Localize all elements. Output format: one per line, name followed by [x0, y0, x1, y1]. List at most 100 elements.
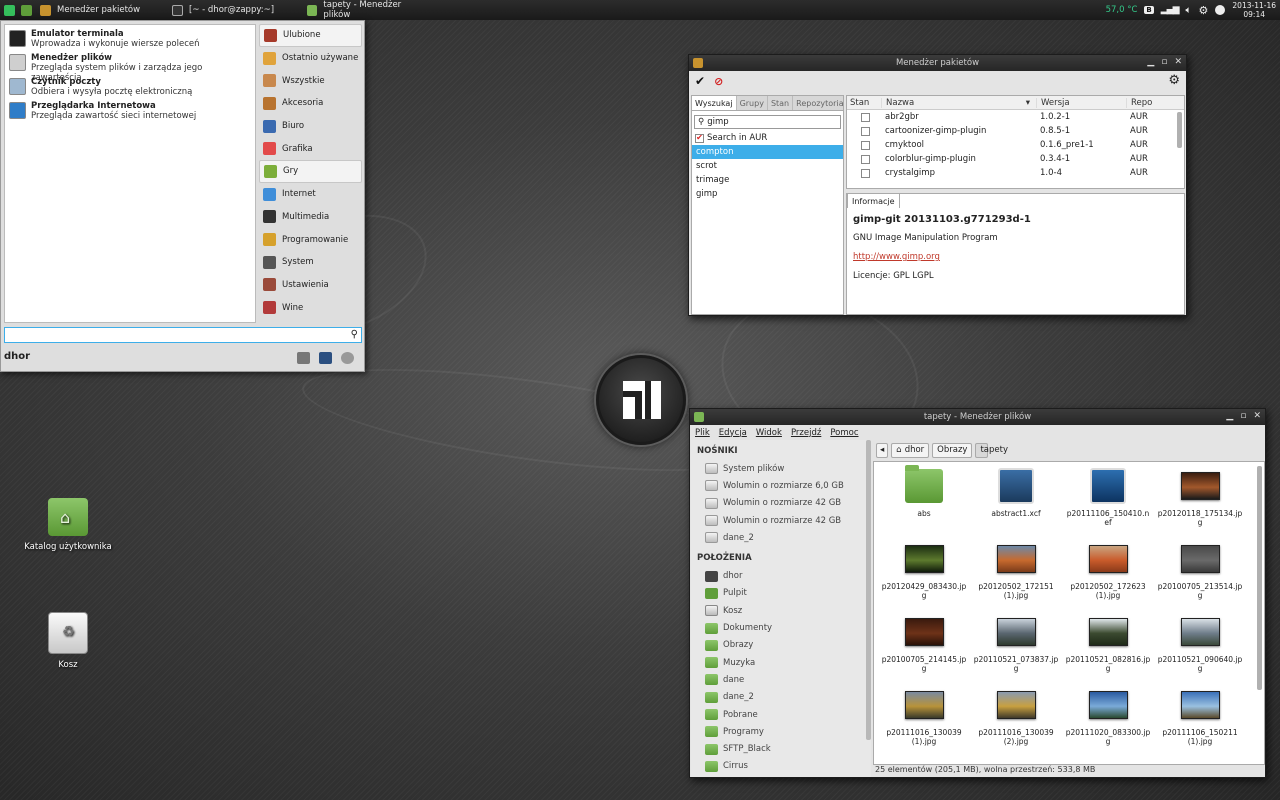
menu-search-input[interactable]: ⚲ — [4, 327, 362, 343]
sidebar-device[interactable]: Wolumin o rozmiarze 6,0 GB — [691, 477, 871, 494]
sidebar-device[interactable]: System plików — [691, 460, 871, 477]
file-item[interactable]: abs — [878, 465, 970, 539]
sidebar-place-pobrane[interactable]: Pobrane — [691, 706, 871, 723]
sidebar-device[interactable]: Wolumin o rozmiarze 42 GB — [691, 512, 871, 529]
clock[interactable]: 2013-11-16 09:14 — [1232, 1, 1276, 19]
app-menu-button[interactable] — [0, 0, 19, 20]
menu-widok[interactable]: Widok — [756, 428, 782, 438]
update-notifier-icon[interactable] — [1215, 5, 1226, 15]
file-item[interactable]: p20110521_090640.jpg — [1154, 612, 1246, 685]
file-item[interactable]: p20110521_073837.jpg — [970, 612, 1062, 685]
lock-screen-icon[interactable] — [319, 352, 332, 364]
sidebar-place-cirrus[interactable]: Cirrus — [691, 758, 871, 775]
sidebar-place-kosz[interactable]: Kosz — [691, 602, 871, 619]
sidebar-scrollbar[interactable] — [866, 440, 871, 740]
close-icon[interactable]: ✕ — [1253, 411, 1261, 422]
category-programowanie[interactable]: Programowanie — [259, 228, 362, 251]
file-manager-titlebar[interactable]: tapety - Menedżer plików ▁ ▫ ✕ — [690, 409, 1265, 425]
package-url-link[interactable]: http://www.gimp.org — [853, 252, 1031, 262]
menu-edycja[interactable]: Edycja — [719, 428, 747, 438]
file-item[interactable]: p20120118_175134.jpg — [1154, 466, 1246, 539]
category-ustawienia[interactable]: Ustawienia — [259, 274, 362, 297]
maximize-icon[interactable]: ▫ — [1161, 57, 1167, 68]
preferences-gear-icon[interactable]: ⚙ — [1168, 73, 1180, 88]
file-item[interactable]: p20120429_083430.jpg — [878, 539, 970, 612]
favorite-item[interactable]: Menedżer plików Przegląda system plików i… — [5, 49, 255, 83]
file-item[interactable]: p20110521_082816.jpg — [1062, 612, 1154, 685]
file-item[interactable]: p20120502_172151 (1).jpg — [970, 539, 1062, 612]
install-checkbox[interactable] — [861, 112, 870, 122]
minimize-icon[interactable]: ▁ — [1226, 411, 1233, 422]
apply-checkmark-icon[interactable]: ✔ — [695, 74, 705, 88]
category-multimedia[interactable]: Multimedia — [259, 206, 362, 229]
logout-icon[interactable] — [341, 352, 354, 364]
install-checkbox[interactable] — [861, 168, 870, 178]
file-item[interactable]: p20111106_150211 (1).jpg — [1154, 685, 1246, 758]
file-item[interactable]: p20111106_150410.nef — [1062, 466, 1154, 539]
favorite-item[interactable]: Przeglądarka Internetowa Przegląda zawart… — [5, 97, 255, 121]
search-in-aur-checkbox[interactable]: ✔ Search in AUR — [692, 131, 843, 145]
table-row[interactable]: cartoonizer-gimp-plugin 0.8.5-1 AUR — [847, 124, 1184, 138]
sidebar-place-sftp_black[interactable]: SFTP_Black — [691, 740, 871, 757]
table-row[interactable]: crystalgimp 1.0-4 AUR — [847, 166, 1184, 180]
package-search-input[interactable]: ⚲ gimp — [694, 115, 841, 129]
file-item[interactable]: p20111020_083300.jpg — [1062, 685, 1154, 758]
file-item[interactable]: p20100705_214145.jpg — [878, 612, 970, 685]
desktop-icon-trash[interactable]: ♻ Kosz — [20, 612, 116, 670]
category-wszystkie[interactable]: Wszystkie — [259, 69, 362, 92]
file-item[interactable]: abstract1.xcf — [970, 466, 1062, 539]
battery-indicator[interactable]: B — [1144, 6, 1154, 14]
package-manager-titlebar[interactable]: Menedżer pakietów ▁ ▫ ✕ — [689, 55, 1186, 71]
column-header-state[interactable]: Stan — [847, 98, 881, 108]
cancel-icon[interactable]: ⊘ — [714, 75, 723, 88]
history-item[interactable]: trimage — [692, 173, 843, 187]
sidebar-place-muzyka[interactable]: Muzyka — [691, 654, 871, 671]
column-header-name[interactable]: Nazwa ▾ — [881, 97, 1036, 108]
taskbar-item[interactable]: [~ - dhor@zappy:~] — [166, 0, 301, 20]
minimize-icon[interactable]: ▁ — [1147, 57, 1154, 68]
menu-pomoc[interactable]: Pomoc — [830, 428, 858, 438]
tab-wyszukaj[interactable]: Wyszukaj — [692, 96, 737, 110]
desktop-icon-home[interactable]: ⌂ Katalog użytkownika — [20, 498, 116, 552]
sidebar-place-dokumenty[interactable]: Dokumenty — [691, 619, 871, 636]
category-gry[interactable]: Gry — [259, 160, 362, 183]
file-item[interactable]: p20111016_130039 (2).jpg — [970, 685, 1062, 758]
maximize-icon[interactable]: ▫ — [1240, 411, 1246, 422]
sidebar-place-dhor[interactable]: dhor — [691, 567, 871, 584]
category-ulubione[interactable]: Ulubione — [259, 24, 362, 47]
menu-plik[interactable]: Plik — [695, 428, 710, 438]
desktop-button[interactable] — [19, 0, 34, 20]
tab-informacje[interactable]: Informacje — [847, 193, 900, 208]
breadcrumb-obrazy[interactable]: Obrazy — [932, 443, 973, 458]
sidebar-device[interactable]: Wolumin o rozmiarze 42 GB — [691, 495, 871, 512]
install-checkbox[interactable] — [861, 126, 870, 136]
file-item[interactable]: p20100705_213514.jpg — [1154, 539, 1246, 612]
close-icon[interactable]: ✕ — [1174, 57, 1182, 68]
sidebar-device[interactable]: dane_2 — [691, 529, 871, 546]
tab-grupy[interactable]: Grupy — [737, 96, 768, 110]
tab-stan[interactable]: Stan — [768, 96, 794, 110]
table-scrollbar[interactable] — [1177, 112, 1182, 148]
settings-manager-icon[interactable] — [297, 352, 310, 364]
sidebar-place-pulpit[interactable]: Pulpit — [691, 585, 871, 602]
install-checkbox[interactable] — [861, 140, 870, 150]
sidebar-place-programy[interactable]: Programy — [691, 723, 871, 740]
category-internet[interactable]: Internet — [259, 183, 362, 206]
tab-repozytoria[interactable]: Repozytoria — [793, 96, 848, 110]
taskbar-item[interactable]: Menedżer pakietów — [34, 0, 166, 20]
history-item[interactable]: gimp — [692, 187, 843, 201]
volume-icon[interactable]: 🔈︎ — [1186, 5, 1192, 16]
network-signal-icon[interactable]: ▂▄▆ — [1161, 5, 1180, 15]
settings-gear-icon[interactable]: ⚙ — [1199, 4, 1209, 17]
breadcrumb-home[interactable]: ⌂ dhor — [891, 443, 930, 458]
category-biuro[interactable]: Biuro — [259, 115, 362, 138]
history-item[interactable]: compton — [692, 145, 843, 159]
back-arrow-icon[interactable]: ◂ — [876, 443, 889, 458]
menu-przejdź[interactable]: Przejdź — [791, 428, 821, 438]
breadcrumb-tapety[interactable]: tapety — [975, 443, 1008, 458]
history-item[interactable]: scrot — [692, 159, 843, 173]
category-akcesoria[interactable]: Akcesoria — [259, 92, 362, 115]
table-row[interactable]: cmyktool 0.1.6_pre1-1 AUR — [847, 138, 1184, 152]
table-row[interactable]: colorblur-gimp-plugin 0.3.4-1 AUR — [847, 152, 1184, 166]
table-row[interactable]: abr2gbr 1.0.2-1 AUR — [847, 110, 1184, 124]
